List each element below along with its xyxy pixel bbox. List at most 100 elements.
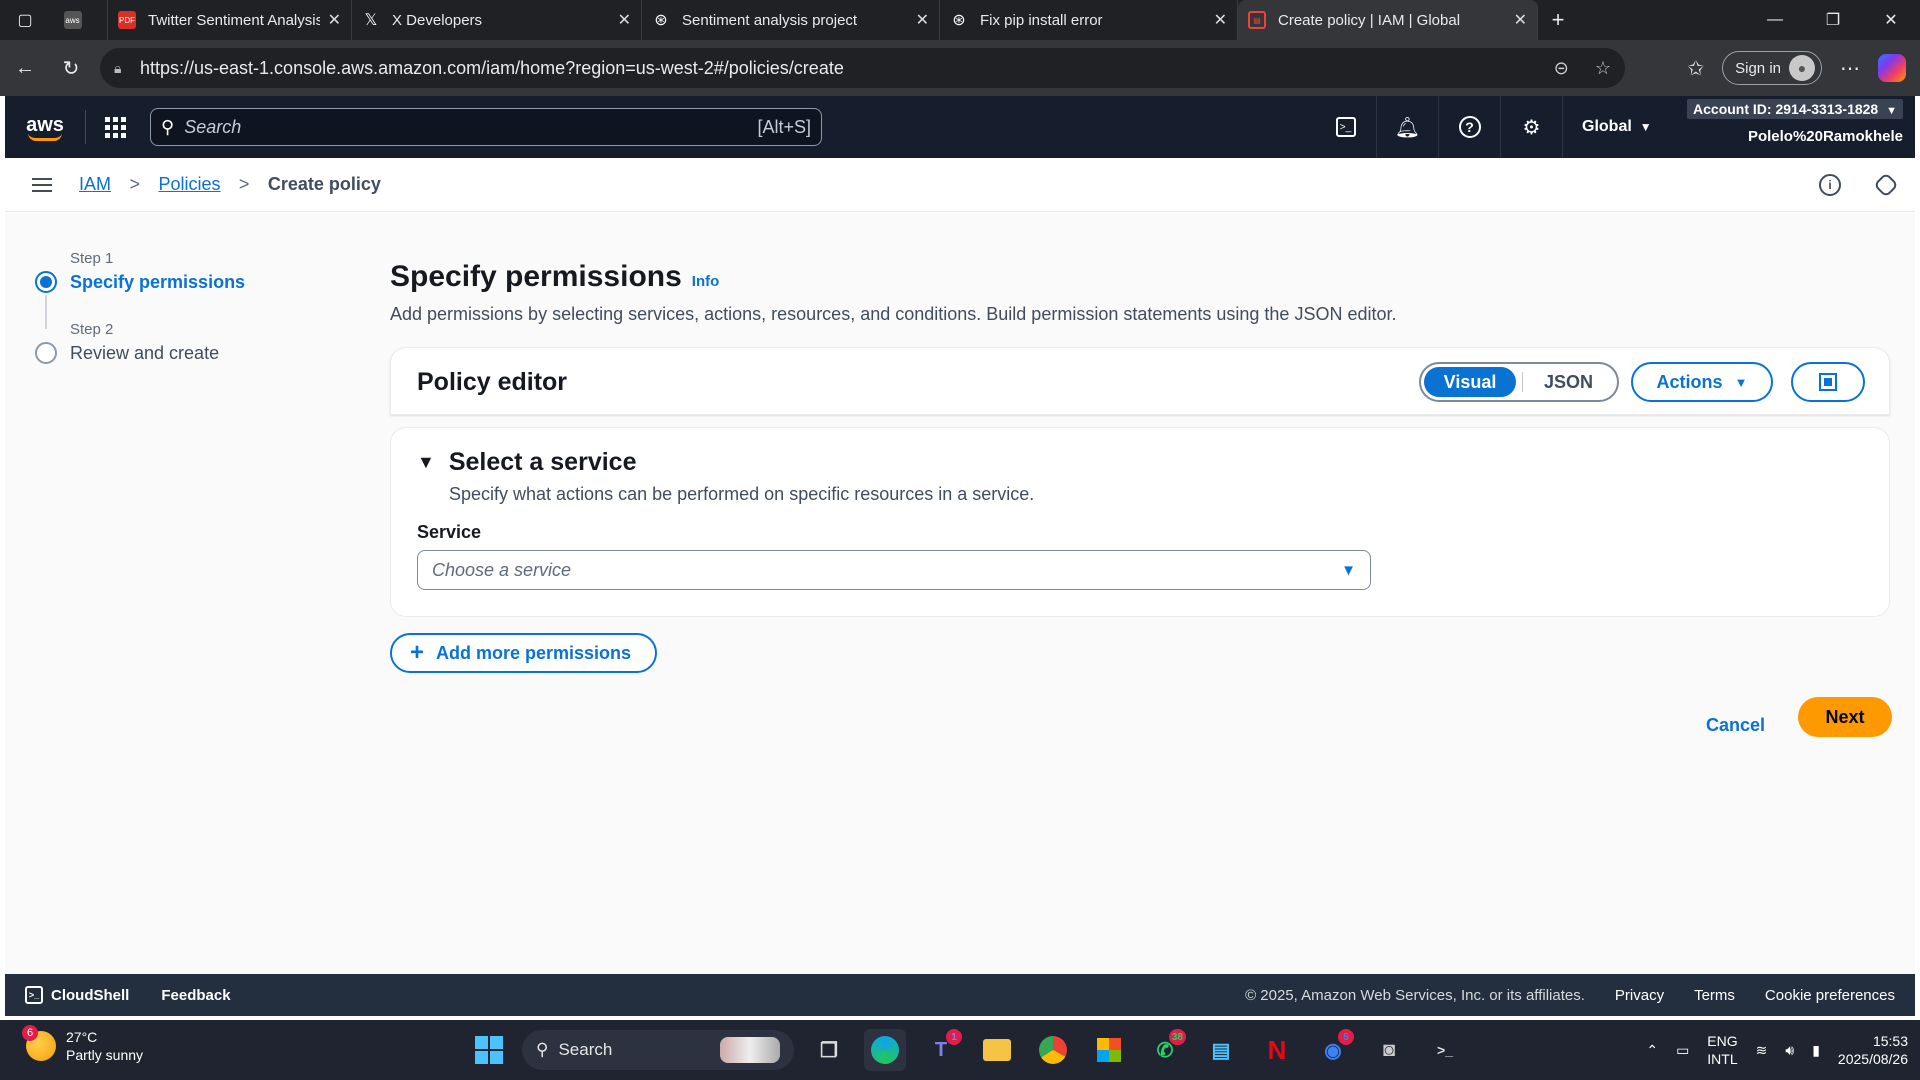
region-selector[interactable]: Global ▼ xyxy=(1582,96,1652,158)
windows-start-icon[interactable] xyxy=(470,1031,508,1069)
info-link[interactable]: Info xyxy=(692,273,720,290)
camera-icon[interactable]: ◙ xyxy=(1368,1029,1410,1071)
help-icon[interactable]: ? xyxy=(1439,96,1501,158)
close-tab-icon[interactable]: ✕ xyxy=(618,10,631,30)
sign-in-label: Sign in xyxy=(1735,59,1781,77)
site-info-icon[interactable]: 🔒︎ xyxy=(114,60,140,77)
hamburger-menu-icon[interactable] xyxy=(5,177,79,192)
select-service-title: Select a service xyxy=(448,448,637,476)
services-menu-icon[interactable] xyxy=(86,116,144,138)
back-arrow-icon[interactable]: ← xyxy=(2,45,48,91)
cloudshell-icon[interactable]: >_ xyxy=(1315,96,1377,158)
next-button[interactable]: Next xyxy=(1798,697,1892,737)
volume-icon[interactable]: 🔊︎ xyxy=(1785,1042,1794,1059)
settings-gear-icon[interactable]: ⚙ xyxy=(1501,96,1563,158)
service-placeholder: Choose a service xyxy=(432,559,572,580)
feedback-link[interactable]: Feedback xyxy=(161,987,230,1004)
breadcrumb-current: Create policy xyxy=(267,174,381,194)
wifi-icon[interactable]: ≋ xyxy=(1756,1042,1768,1059)
step-2[interactable]: Review and create xyxy=(35,342,245,364)
taskbar-search[interactable]: ⚲ Search xyxy=(522,1030,794,1070)
messenger-icon[interactable]: ◉ 5 xyxy=(1312,1029,1354,1071)
close-tab-icon[interactable]: ✕ xyxy=(1214,10,1227,30)
microsoft-store-icon[interactable] xyxy=(1088,1029,1130,1071)
breadcrumb-iam[interactable]: IAM xyxy=(79,174,111,194)
wizard-steps: Step 1 Specify permissions Step 2 Review… xyxy=(35,250,245,364)
add-more-permissions-button[interactable]: + Add more permissions xyxy=(390,633,658,673)
select-service-subtitle: Specify what actions can be performed on… xyxy=(449,484,1035,504)
aws-search-input[interactable]: ⚲ Search [Alt+S] xyxy=(150,108,822,146)
search-highlight-icon xyxy=(720,1037,780,1063)
notifications-bell-icon[interactable]: 🔔︎ xyxy=(1377,96,1439,158)
step-inactive-icon xyxy=(35,342,57,364)
restore-icon[interactable]: ❐ xyxy=(1804,0,1862,40)
tab-actions-icon[interactable]: ▢ xyxy=(0,0,50,40)
tab-sentiment-analysis[interactable]: ⊛ Sentiment analysis project ✕ xyxy=(642,0,940,40)
favorites-icon[interactable]: ✩ xyxy=(1687,56,1704,81)
notepad-icon[interactable]: ▤ xyxy=(1200,1029,1242,1071)
tab-x-developers[interactable]: 𝕏 X Developers ✕ xyxy=(352,0,642,40)
task-view-icon[interactable]: ❐ xyxy=(808,1029,850,1071)
tab-fix-pip[interactable]: ⊛ Fix pip install error ✕ xyxy=(940,0,1238,40)
taskbar-apps: ⚲ Search ❐ T1 ✆ 38 ▤ N ◉ 5 ◙ >_ xyxy=(470,1020,1466,1080)
partly-sunny-icon: 6 xyxy=(22,1025,56,1061)
search-placeholder: Search xyxy=(184,116,242,137)
teams-icon[interactable]: T1 xyxy=(920,1029,962,1071)
json-mode-button[interactable]: JSON xyxy=(1523,372,1614,393)
netflix-icon[interactable]: N xyxy=(1256,1029,1298,1071)
more-menu-icon[interactable]: ⋯ xyxy=(1840,56,1860,81)
tab-aws-pinned[interactable]: aws xyxy=(50,0,108,40)
copilot-icon[interactable] xyxy=(1878,54,1906,82)
add-more-label: Add more permissions xyxy=(436,642,632,663)
battery-icon[interactable]: ▮ xyxy=(1812,1042,1820,1059)
select-service-header[interactable]: ▼ Select a service xyxy=(417,448,636,477)
service-select[interactable]: Choose a service ▼ xyxy=(417,550,1371,590)
edge-browser-icon[interactable] xyxy=(864,1029,906,1071)
security-shield-icon[interactable] xyxy=(1873,172,1899,198)
breadcrumb-policies[interactable]: Policies xyxy=(158,174,220,194)
close-tab-icon[interactable]: ✕ xyxy=(1514,10,1527,30)
chevron-up-icon[interactable]: ⌃ xyxy=(1646,1042,1658,1059)
terms-link[interactable]: Terms xyxy=(1694,987,1735,1004)
sign-in-button[interactable]: Sign in ● xyxy=(1722,51,1822,85)
breadcrumb: IAM > Policies > Create policy xyxy=(79,174,381,195)
tab-create-policy[interactable]: ▤ Create policy | IAM | Global ✕ xyxy=(1238,0,1538,40)
whatsapp-icon[interactable]: ✆ 38 xyxy=(1144,1029,1186,1071)
fullscreen-button[interactable] xyxy=(1791,362,1865,402)
cookie-preferences-link[interactable]: Cookie preferences xyxy=(1765,987,1895,1004)
aws-logo[interactable]: aws xyxy=(5,114,85,141)
caret-down-icon: ▼ xyxy=(1734,374,1748,390)
language-indicator[interactable]: ENG INTL xyxy=(1707,1032,1737,1068)
step-1[interactable]: Specify permissions xyxy=(35,271,245,293)
info-panel-icon[interactable]: i xyxy=(1819,174,1841,196)
file-explorer-icon[interactable] xyxy=(976,1029,1018,1071)
tab-twitter-sentiment[interactable]: PDF Twitter Sentiment Analysis Project ✕ xyxy=(108,0,352,40)
policy-editor-card: Policy editor Visual JSON Actions ▼ xyxy=(390,347,1890,415)
actions-dropdown-button[interactable]: Actions ▼ xyxy=(1631,362,1773,402)
visual-mode-button[interactable]: Visual xyxy=(1424,367,1516,397)
chrome-icon[interactable] xyxy=(1032,1029,1074,1071)
close-window-icon[interactable]: ✕ xyxy=(1862,0,1920,40)
whatsapp-badge: 38 xyxy=(1168,1029,1186,1045)
account-id-badge[interactable]: Account ID: 2914-3313-1828 ▼ xyxy=(1687,99,1903,119)
reading-mode-icon[interactable]: ⊝ xyxy=(1554,58,1569,79)
favorite-star-icon[interactable]: ☆ xyxy=(1595,58,1611,79)
account-user-name[interactable]: Polelo%20Ramokhele xyxy=(1748,128,1903,145)
cloudshell-button[interactable]: >_ CloudShell xyxy=(25,986,129,1004)
close-tab-icon[interactable]: ✕ xyxy=(916,10,929,30)
new-tab-button[interactable]: + xyxy=(1538,7,1578,33)
close-tab-icon[interactable]: ✕ xyxy=(328,10,341,30)
url-bar[interactable]: 🔒︎ https://us-east-1.console.aws.amazon.… xyxy=(100,48,1625,88)
weather-widget[interactable]: 6 27°C Partly sunny xyxy=(22,1025,143,1064)
main-content: Step 1 Specify permissions Step 2 Review… xyxy=(5,212,1915,974)
privacy-link[interactable]: Privacy xyxy=(1615,987,1664,1004)
minimize-icon[interactable]: — xyxy=(1746,0,1804,40)
clock[interactable]: 15:53 2025/08/26 xyxy=(1838,1032,1908,1068)
reload-icon[interactable]: ↻ xyxy=(48,45,94,91)
terminal-icon[interactable]: >_ xyxy=(1424,1029,1466,1071)
search-shortcut: [Alt+S] xyxy=(757,116,811,137)
cancel-button[interactable]: Cancel xyxy=(1706,705,1765,745)
display-icon[interactable]: ▭ xyxy=(1676,1042,1689,1059)
policy-editor-title: Policy editor xyxy=(417,368,568,396)
aws-smile-icon xyxy=(28,133,62,141)
